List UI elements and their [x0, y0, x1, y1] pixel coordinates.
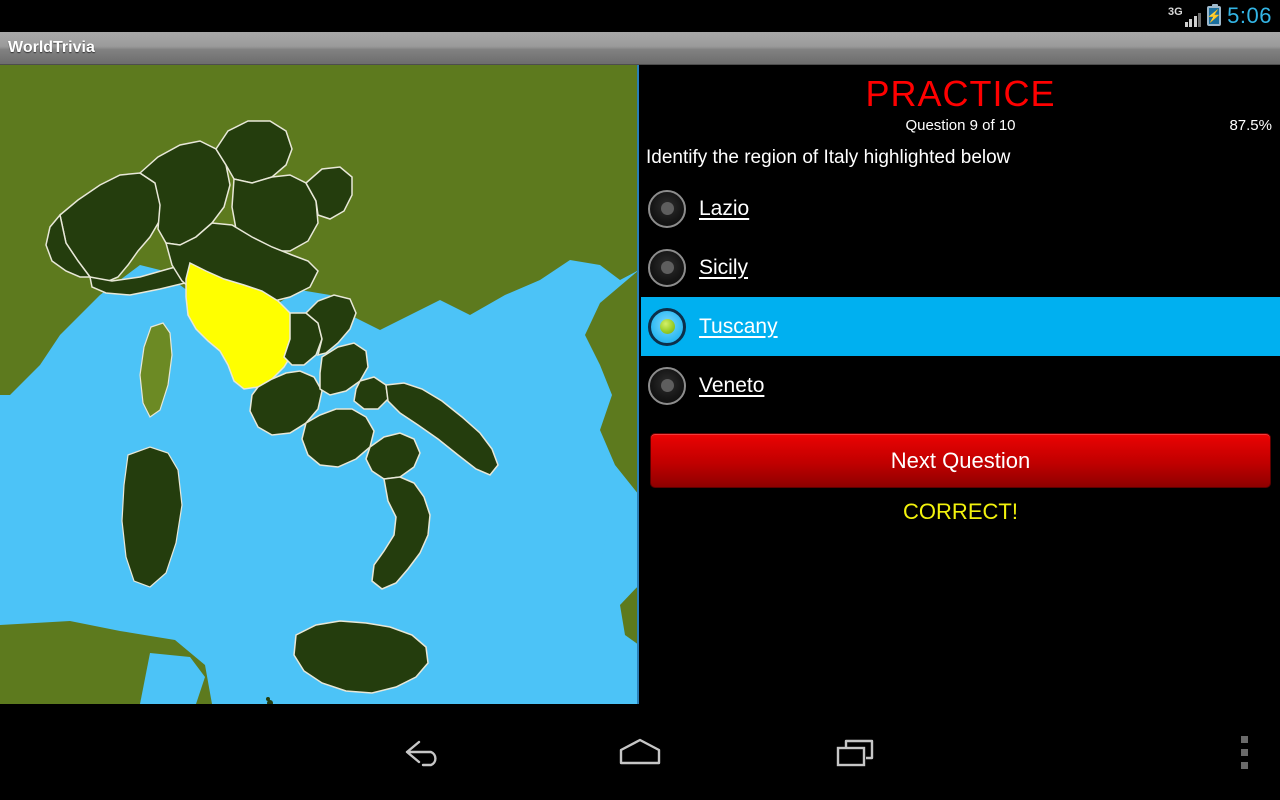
answer-option-label: Sicily [699, 255, 749, 279]
italy-regions-map [0, 65, 639, 704]
answer-option-lazio[interactable]: Lazio [641, 179, 1280, 238]
radio-button-icon[interactable] [648, 248, 686, 287]
quiz-panel: PRACTICE Question 9 of 10 87.5% Identify… [641, 65, 1280, 704]
app-title: WorldTrivia [8, 39, 95, 56]
back-icon [405, 740, 437, 767]
answer-option-sicily[interactable]: Sicily [641, 238, 1280, 297]
radio-button-icon[interactable] [648, 366, 686, 405]
radio-button-selected-icon[interactable] [648, 307, 686, 346]
signal-bars-icon: 3G [1167, 5, 1202, 27]
status-bar: 3G ⚡ 5:06 [0, 0, 1280, 32]
question-counter: Question 9 of 10 [905, 116, 1016, 134]
answer-option-label: Lazio [699, 196, 750, 220]
home-button[interactable] [565, 704, 715, 800]
answer-option-tuscany[interactable]: Tuscany [641, 297, 1280, 357]
back-button[interactable] [348, 704, 498, 800]
score-percentage: 87.5% [1229, 116, 1272, 134]
overflow-menu-button[interactable] [1214, 704, 1274, 800]
answer-option-label: Tuscany [699, 314, 778, 338]
android-screen: 3G ⚡ 5:06 WorldTrivia PRACTICE Question … [0, 0, 1280, 800]
answer-option-label: Veneto [699, 373, 765, 397]
overflow-menu-icon [1240, 735, 1248, 769]
recents-icon [836, 739, 874, 767]
radio-button-icon[interactable] [648, 189, 686, 228]
android-navigation-bar [0, 704, 1280, 800]
status-clock: 5:06 [1227, 3, 1272, 28]
app-title-bar: WorldTrivia [0, 32, 1280, 65]
recents-button[interactable] [782, 704, 932, 800]
signal-strength-bars [1184, 11, 1202, 27]
question-text: Identify the region of Italy highlighted… [646, 146, 1011, 168]
answer-options-list: Lazio Sicily Tuscany Veneto [641, 179, 1280, 415]
answer-verdict: CORRECT! [903, 499, 1018, 525]
mode-title: PRACTICE [865, 73, 1056, 114]
answer-option-veneto[interactable]: Veneto [641, 356, 1280, 415]
map-svg [0, 65, 637, 704]
home-icon [619, 738, 661, 765]
quiz-meta-row: Question 9 of 10 87.5% [641, 117, 1280, 139]
network-type-label: 3G [1167, 6, 1183, 18]
battery-charging-icon: ⚡ [1207, 4, 1222, 26]
next-question-button[interactable]: Next Question [650, 433, 1271, 489]
